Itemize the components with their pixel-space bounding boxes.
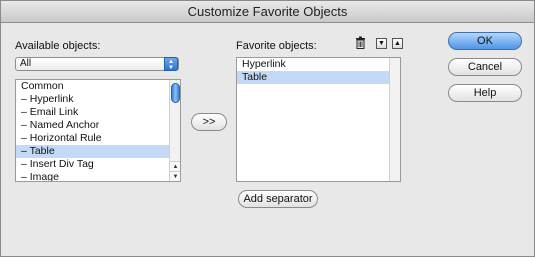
list-item[interactable]: Common xyxy=(16,80,180,93)
available-list-scrollbar[interactable]: ▲ ▼ xyxy=(169,80,180,181)
cancel-button[interactable]: Cancel xyxy=(448,58,522,76)
dropdown-value: All xyxy=(20,58,32,69)
favorites-list-scrollbar[interactable] xyxy=(389,58,400,181)
favorite-objects-label: Favorite objects: xyxy=(236,40,317,52)
scroll-thumb[interactable] xyxy=(171,83,180,103)
list-item[interactable]: – Named Anchor xyxy=(16,119,180,132)
dropdown-arrows-icon: ▲ ▼ xyxy=(164,57,178,71)
customize-favorites-dialog: Customize Favorite Objects Available obj… xyxy=(0,0,535,257)
list-item[interactable]: – Hyperlink xyxy=(16,93,180,106)
list-item[interactable]: – Horizontal Rule xyxy=(16,132,180,145)
list-item[interactable]: Table xyxy=(237,71,400,84)
list-item[interactable]: – Table xyxy=(16,145,180,158)
ok-button[interactable]: OK xyxy=(448,32,522,50)
trash-icon[interactable] xyxy=(354,36,367,49)
list-item[interactable]: Hyperlink xyxy=(237,58,400,71)
objects-filter-dropdown[interactable]: All ▲ ▼ xyxy=(15,57,179,71)
favorite-objects-list[interactable]: Hyperlink Table xyxy=(236,57,401,182)
move-down-icon[interactable]: ▼ xyxy=(376,38,387,49)
list-item[interactable]: – Insert Div Tag xyxy=(16,158,180,171)
add-separator-button[interactable]: Add separator xyxy=(238,190,318,208)
scroll-up-arrow-icon[interactable]: ▲ xyxy=(170,161,180,171)
window-title: Customize Favorite Objects xyxy=(1,1,534,23)
available-objects-list[interactable]: Common – Hyperlink – Email Link – Named Anc… xyxy=(15,79,181,182)
move-up-icon[interactable]: ▲ xyxy=(392,38,403,49)
help-button[interactable]: Help xyxy=(448,84,522,102)
scroll-down-arrow-icon[interactable]: ▼ xyxy=(170,171,180,181)
available-objects-label: Available objects: xyxy=(15,40,101,52)
list-item[interactable]: – Image xyxy=(16,171,180,181)
list-item[interactable]: – Email Link xyxy=(16,106,180,119)
add-to-favorites-button[interactable]: >> xyxy=(191,113,227,131)
